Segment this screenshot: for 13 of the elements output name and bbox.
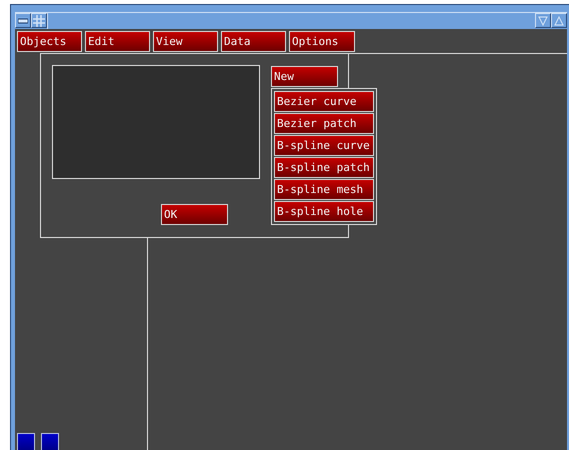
menu-button[interactable]: Objects [17,31,82,52]
menu-button[interactable]: Options [289,31,355,52]
menu-item[interactable]: B-spline hole [274,201,374,222]
menu-item[interactable]: B-spline mesh [274,179,374,200]
menu-item[interactable]: B-spline patch [274,157,374,178]
new-button[interactable]: New [271,66,338,87]
menu-item[interactable]: B-spline curve [274,135,374,156]
menu-button[interactable]: View [153,31,218,52]
menu-button[interactable]: Data [221,31,286,52]
menu-item[interactable]: Bezier curve [274,91,374,112]
menu-item[interactable]: Bezier patch [274,113,374,134]
menu-button[interactable]: Edit [85,31,150,52]
ok-button[interactable]: OK [161,204,228,225]
